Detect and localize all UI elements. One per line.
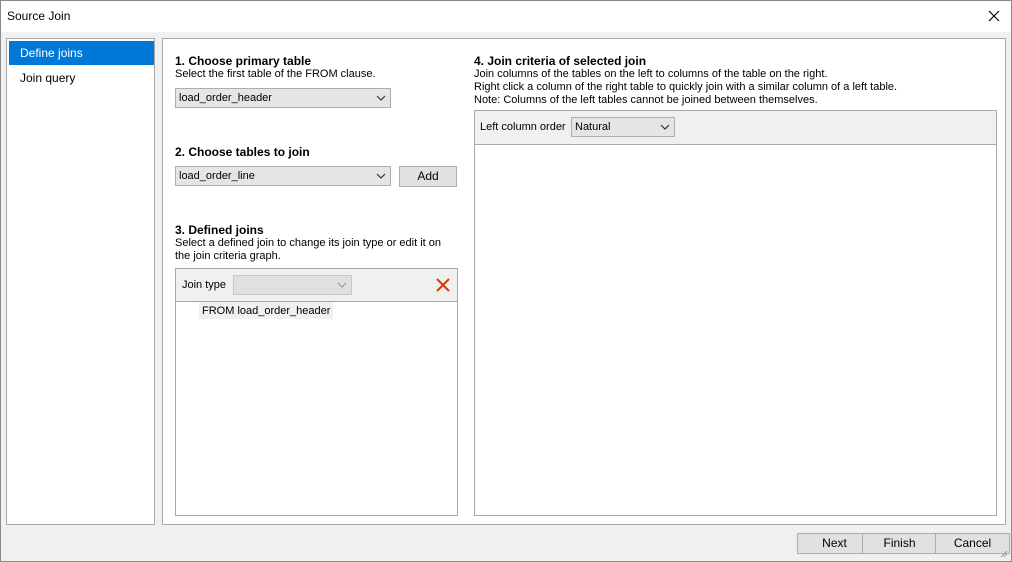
finish-button[interactable]: Finish: [862, 533, 937, 554]
section4-line1: Join columns of the tables on the left t…: [474, 68, 828, 80]
primary-table-select[interactable]: load_order_header: [175, 88, 391, 108]
left-column-order-label: Left column order: [480, 121, 566, 133]
join-table-select[interactable]: load_order_line: [175, 166, 391, 186]
join-criteria-toolbar: Left column order Natural: [475, 111, 996, 145]
join-list-item[interactable]: FROM load_order_header: [199, 302, 334, 319]
chevron-down-icon: [337, 282, 347, 288]
delete-x-icon: [436, 278, 450, 292]
section4-line3: Note: Columns of the left tables cannot …: [474, 94, 818, 106]
join-criteria-panel: Left column order Natural: [474, 110, 997, 516]
chevron-down-icon: [376, 173, 386, 179]
left-column-order-value: Natural: [575, 121, 611, 133]
section1-heading: 1. Choose primary table: [175, 54, 312, 68]
title-bar: Source Join: [1, 1, 1011, 32]
close-button[interactable]: [979, 1, 1009, 31]
join-type-label: Join type: [182, 279, 227, 291]
resize-grip-icon[interactable]: [1000, 550, 1008, 558]
section2-heading: 2. Choose tables to join: [175, 145, 310, 159]
source-join-dialog: Source Join Define joins Join query 1. C…: [0, 0, 1012, 562]
sidebar-item-join-query[interactable]: Join query: [9, 66, 154, 90]
main-panel: 1. Choose primary table Select the first…: [162, 38, 1006, 525]
window-title: Source Join: [7, 9, 71, 23]
section3-description-line2: the join criteria graph.: [175, 250, 281, 262]
sidebar: Define joins Join query: [6, 38, 155, 525]
section4-line2: Right click a column of the right table …: [474, 81, 898, 93]
join-list-item-label: FROM load_order_header: [202, 305, 331, 317]
section1-description: Select the first table of the FROM claus…: [175, 68, 376, 80]
defined-joins-panel: Join type FROM load_order_header: [175, 268, 458, 516]
add-button[interactable]: Add: [399, 166, 457, 187]
cancel-button[interactable]: Cancel: [935, 533, 1010, 554]
delete-join-button[interactable]: [434, 276, 452, 294]
next-button[interactable]: Next: [797, 533, 872, 554]
join-type-select[interactable]: [233, 275, 352, 295]
close-icon: [988, 10, 1000, 22]
primary-table-value: load_order_header: [179, 92, 272, 104]
defined-joins-toolbar: Join type: [176, 269, 457, 302]
join-table-value: load_order_line: [179, 170, 255, 182]
chevron-down-icon: [376, 95, 386, 101]
section4-heading: 4. Join criteria of selected join: [474, 54, 647, 68]
chevron-down-icon: [660, 124, 670, 130]
left-column-order-select[interactable]: Natural: [571, 117, 675, 137]
section3-description-line1: Select a defined join to change its join…: [175, 237, 442, 249]
sidebar-item-define-joins[interactable]: Define joins: [9, 41, 154, 65]
section3-heading: 3. Defined joins: [175, 223, 264, 237]
join-criteria-graph[interactable]: [475, 145, 996, 515]
